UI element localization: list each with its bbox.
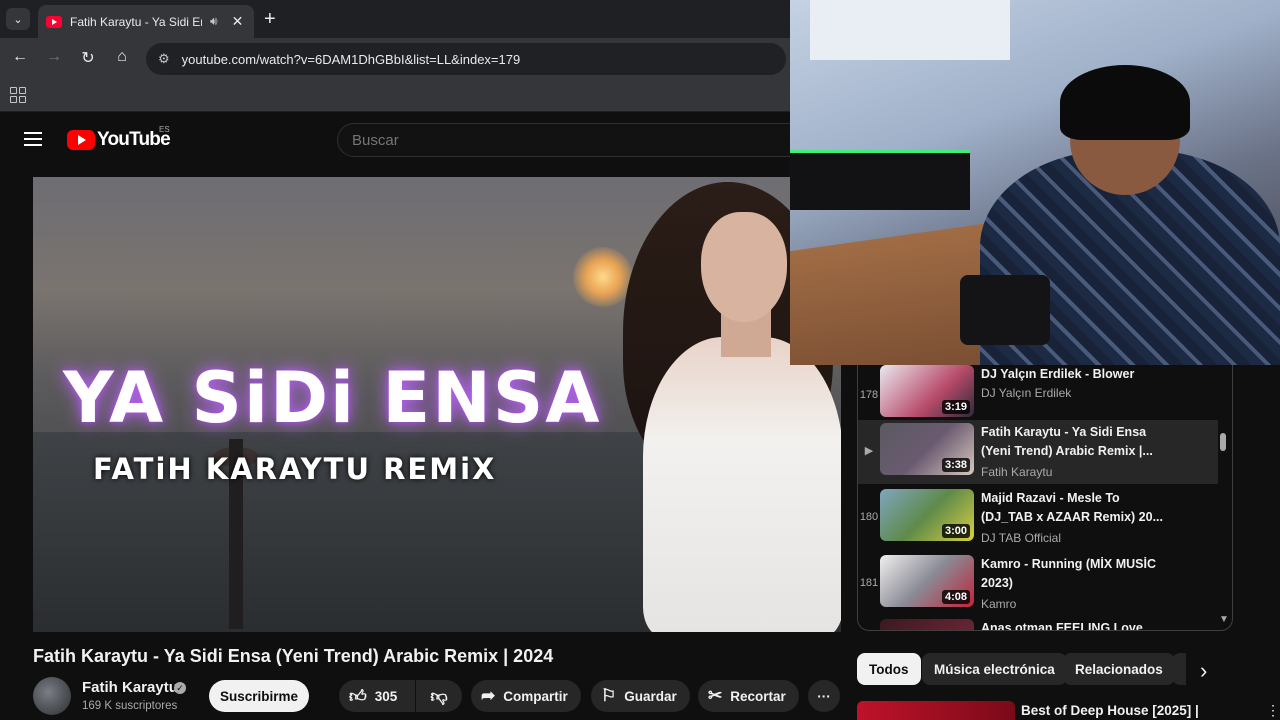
- playlist-thumbnail[interactable]: 4:08: [880, 555, 974, 607]
- apps-grid-icon[interactable]: [10, 87, 26, 103]
- share-label: Compartir: [503, 688, 568, 704]
- browser-tab[interactable]: Fatih Karaytu - Ya Sidi Ensa 🔊︎ ✕: [38, 5, 254, 38]
- back-icon[interactable]: ←: [9, 48, 31, 66]
- chip-electronic[interactable]: Música electrónica: [922, 653, 1067, 685]
- playlist-item-current[interactable]: ▶ 3:38 Fatih Karaytu - Ya Sidi Ensa (Yen…: [858, 420, 1218, 484]
- address-bar[interactable]: ⚙ youtube.com/watch?v=6DAM1DhGBbI&list=L…: [146, 43, 786, 75]
- share-button[interactable]: ➦ Compartir: [471, 680, 581, 712]
- dislike-button[interactable]: 👎︎: [416, 680, 462, 712]
- speaker-icon[interactable]: 🔊︎: [210, 14, 218, 29]
- now-playing-icon: ▶: [864, 445, 874, 457]
- browser-tab-bar: ⌄ Fatih Karaytu - Ya Sidi Ensa 🔊︎ ✕ +: [0, 0, 790, 38]
- more-actions-button[interactable]: ···: [808, 680, 840, 712]
- playlist-item-title[interactable]: Anas otman FEELING Love: [981, 619, 1171, 630]
- region-code: ES: [159, 125, 170, 134]
- video-player[interactable]: YA SiDi ENSA FATiH KARAYTU REMiX: [33, 177, 841, 632]
- subscribe-button[interactable]: Suscribirme: [209, 680, 309, 712]
- recommended-thumbnail[interactable]: [857, 701, 1015, 720]
- scissors-icon: ✂: [708, 686, 723, 705]
- playlist-item-title[interactable]: Majid Razavi - Mesle To (DJ_TAB x AZAAR …: [981, 489, 1171, 527]
- webcam-window: [810, 0, 1010, 60]
- webcam-camera: [960, 275, 1050, 345]
- youtube-logo[interactable]: YouTube: [67, 129, 171, 151]
- webcam-monitor: [790, 150, 970, 210]
- playlist-item-channel: DJ TAB Official: [981, 531, 1062, 545]
- url-text[interactable]: youtube.com/watch?v=6DAM1DhGBbI&list=LL&…: [182, 52, 521, 67]
- reload-icon[interactable]: ↻: [77, 48, 99, 68]
- verified-badge-icon: ✓: [174, 682, 186, 694]
- video-duration: 3:00: [941, 524, 970, 538]
- share-arrow-icon: ➦: [481, 686, 496, 705]
- thumbnail-figure-dress: [643, 337, 841, 632]
- site-info-icon[interactable]: ⚙: [158, 51, 170, 67]
- clip-label: Recortar: [730, 688, 786, 704]
- playlist-thumbnail[interactable]: 3:00: [880, 489, 974, 541]
- close-tab-icon[interactable]: ✕: [232, 13, 244, 30]
- chevron-right-icon[interactable]: ›: [1200, 658, 1207, 684]
- webcam-person-beanie: [1060, 65, 1190, 140]
- clip-button[interactable]: ✂ Recortar: [698, 680, 799, 712]
- more-icon: ···: [817, 688, 831, 704]
- save-label: Guardar: [624, 688, 677, 704]
- scroll-down-icon[interactable]: ▼: [1219, 614, 1229, 625]
- new-tab-button[interactable]: +: [264, 8, 276, 31]
- recommended-title[interactable]: Best of Deep House [2025] |: [1021, 703, 1199, 718]
- playlist-item-channel: DJ Yalçın Erdilek: [981, 386, 1072, 400]
- playlist-item-title[interactable]: DJ Yalçın Erdilek - Blower: [981, 365, 1171, 384]
- video-duration: 3:19: [941, 400, 970, 414]
- thumbnail-subtitle: FATiH KARAYTU REMiX: [93, 452, 497, 486]
- thumbs-down-icon: 👎︎: [430, 686, 448, 706]
- playlist-scrollbar[interactable]: [1220, 433, 1226, 451]
- like-count: 305: [374, 688, 398, 704]
- playlist-item-channel: Kamro: [981, 597, 1017, 611]
- tab-list-button[interactable]: ⌄: [6, 8, 30, 30]
- video-duration: 3:38: [941, 458, 970, 472]
- bookmarks-bar: [0, 80, 790, 112]
- youtube-favicon-icon: [46, 15, 62, 28]
- youtube-header: YouTube ES: [0, 112, 797, 168]
- hamburger-menu-icon[interactable]: [24, 132, 42, 146]
- chip-partial[interactable]: [1172, 653, 1186, 685]
- playlist-thumbnail[interactable]: 3:19: [880, 365, 974, 417]
- playlist-item-title[interactable]: Kamro - Running (MİX MUSİC 2023): [981, 555, 1171, 593]
- search-input[interactable]: [352, 131, 796, 149]
- playlist-item-index: 181: [859, 577, 879, 589]
- browser-toolbar: ← → ↻ ⌂ ⚙ youtube.com/watch?v=6DAM1DhGBb…: [0, 38, 790, 80]
- thumbs-up-icon: 👍︎: [349, 686, 367, 706]
- playlist-thumbnail[interactable]: 3:38: [880, 423, 974, 475]
- thumbnail-title: YA SiDi ENSA: [63, 357, 602, 439]
- playlist-item-index: 178: [859, 389, 879, 401]
- kebab-menu-icon[interactable]: ⋮: [1266, 702, 1280, 719]
- thumbnail-sun: [573, 247, 633, 307]
- video-duration: 4:08: [941, 590, 970, 604]
- bookmark-icon: ⚐: [601, 686, 617, 705]
- chip-related[interactable]: Relacionados: [1063, 653, 1175, 685]
- playlist-item[interactable]: 181 4:08 Kamro - Running (MİX MUSİC 2023…: [858, 553, 1218, 617]
- webcam-overlay: [790, 0, 1280, 365]
- youtube-play-logo-icon: [67, 130, 95, 150]
- search-box[interactable]: [337, 123, 797, 157]
- playlist-item[interactable]: 180 3:00 Majid Razavi - Mesle To (DJ_TAB…: [858, 487, 1218, 551]
- thumbnail-figure-face: [701, 212, 787, 322]
- save-button[interactable]: ⚐ Guardar: [591, 680, 690, 712]
- forward-icon[interactable]: →: [43, 48, 65, 66]
- playlist-panel: 178 3:19 DJ Yalçın Erdilek - Blower DJ Y…: [857, 365, 1233, 631]
- video-title: Fatih Karaytu - Ya Sidi Ensa (Yeni Trend…: [33, 646, 554, 666]
- playlist-thumbnail[interactable]: [880, 619, 974, 630]
- playlist-item-title[interactable]: Fatih Karaytu - Ya Sidi Ensa (Yeni Trend…: [981, 423, 1171, 461]
- playlist-item-index: 180: [859, 511, 879, 523]
- channel-name[interactable]: Fatih Karaytu: [82, 679, 178, 696]
- subscriber-count: 169 K suscriptores: [82, 700, 178, 712]
- playlist-item-channel: Fatih Karaytu: [981, 465, 1053, 479]
- home-icon[interactable]: ⌂: [111, 48, 133, 66]
- tab-title: Fatih Karaytu - Ya Sidi Ensa: [70, 14, 202, 29]
- channel-avatar[interactable]: [33, 677, 71, 715]
- playlist-item[interactable]: Anas otman FEELING Love: [858, 619, 1218, 630]
- like-button[interactable]: 👍︎ 305: [339, 680, 415, 712]
- chip-all[interactable]: Todos: [857, 653, 921, 685]
